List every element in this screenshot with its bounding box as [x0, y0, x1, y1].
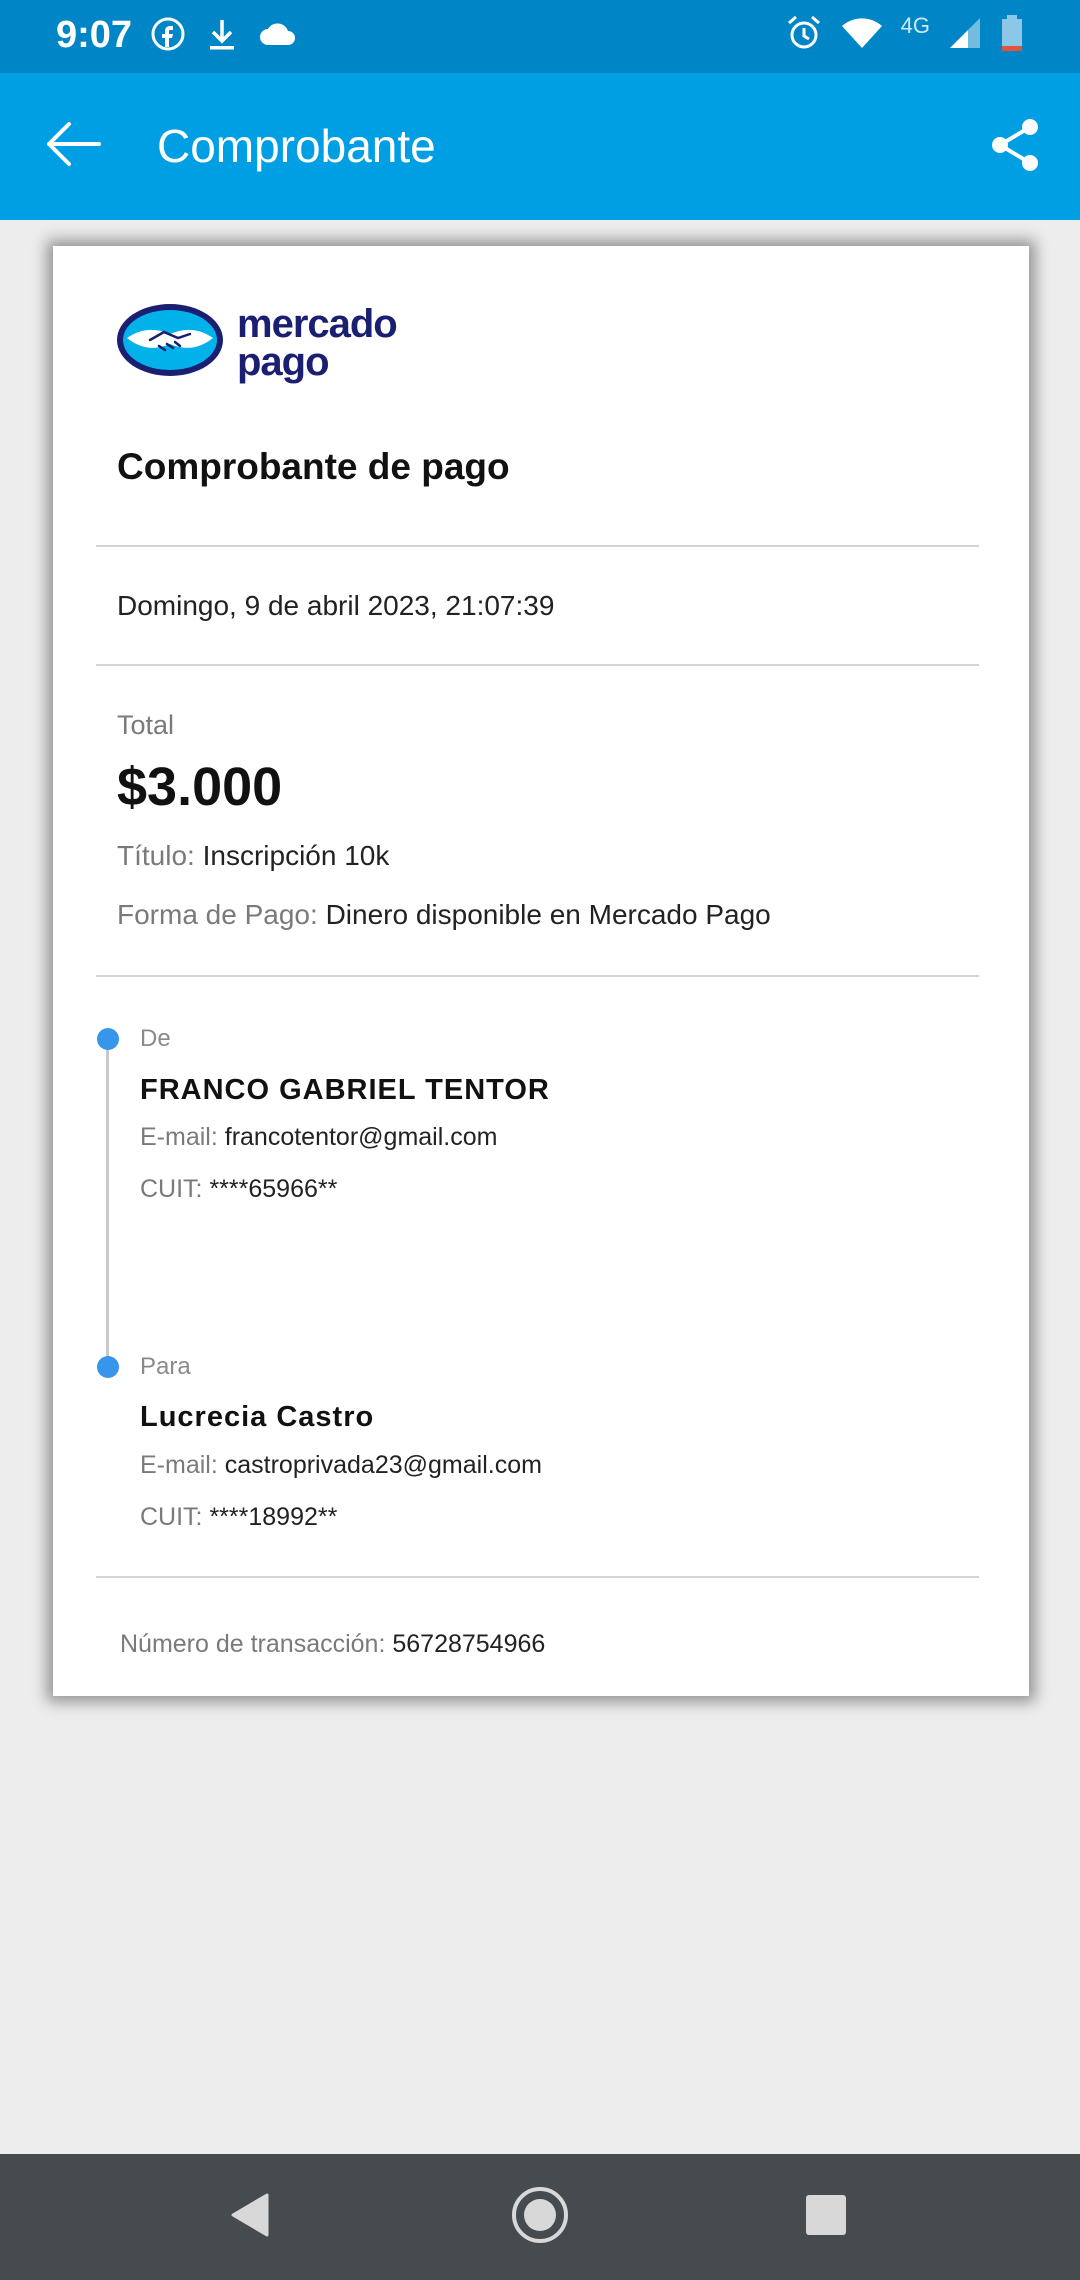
payment-date: Domingo, 9 de abril 2023, 21:07:39 — [117, 590, 555, 621]
payment-method-value: Dinero disponible en Mercado Pago — [325, 899, 771, 930]
status-system-icons: 4G — [785, 12, 1024, 57]
transaction-row: Número de transacción: 56728754966 — [120, 1630, 545, 1659]
wifi-icon — [841, 16, 883, 55]
back-button[interactable] — [36, 113, 110, 179]
status-time: 9:07 — [56, 14, 133, 56]
timeline-dot-from — [97, 1028, 119, 1050]
to-email-row: E-mail: castroprivada23@gmail.com — [140, 1451, 542, 1480]
battery-icon — [1000, 14, 1024, 57]
home-circle-icon — [510, 2185, 570, 2250]
signal-icon — [948, 16, 982, 55]
cloud-icon — [258, 19, 298, 54]
to-cuit-key: CUIT: — [140, 1503, 203, 1531]
timeline-line — [106, 1039, 109, 1365]
payment-method-key: Forma de Pago: — [117, 899, 318, 930]
to-email: castroprivada23@gmail.com — [224, 1451, 542, 1479]
from-email-key: E-mail: — [140, 1123, 218, 1151]
share-icon — [989, 117, 1041, 178]
to-name: Lucrecia Castro — [140, 1401, 375, 1433]
transaction-number: 56728754966 — [392, 1630, 546, 1658]
from-cuit-key: CUIT: — [140, 1175, 203, 1203]
download-icon — [206, 16, 238, 57]
receipt-card: mercado pago Comprobante de pago Domingo… — [53, 246, 1029, 1696]
back-triangle-icon — [227, 2191, 271, 2244]
nav-home-button[interactable] — [505, 2182, 575, 2252]
divider — [96, 545, 979, 547]
arrow-left-icon — [43, 120, 103, 173]
from-name: FRANCO GABRIEL TENTOR — [140, 1074, 550, 1106]
divider — [96, 664, 979, 666]
receipt-title: Comprobante de pago — [117, 446, 510, 487]
from-cuit: ****65966** — [209, 1175, 338, 1203]
transaction-key: Número de transacción: — [120, 1630, 386, 1658]
from-email: francotentor@gmail.com — [224, 1123, 498, 1151]
status-bar: 9:07 4G — [0, 0, 1080, 73]
total-amount: $3.000 — [117, 757, 283, 817]
to-email-key: E-mail: — [140, 1451, 218, 1479]
title-row: Título: Inscripción 10k — [117, 840, 389, 872]
facebook-icon — [150, 16, 186, 57]
to-cuit-row: CUIT: ****18992** — [140, 1503, 337, 1532]
logo-wordmark: mercado pago — [237, 301, 398, 384]
from-email-row: E-mail: francotentor@gmail.com — [140, 1123, 497, 1152]
from-label: De — [140, 1025, 171, 1052]
to-cuit: ****18992** — [209, 1503, 338, 1531]
from-cuit-row: CUIT: ****65966** — [140, 1175, 337, 1204]
app-bar: Comprobante — [0, 73, 1080, 220]
payment-method-row: Forma de Pago: Dinero disponible en Merc… — [117, 899, 771, 931]
divider — [96, 975, 979, 977]
page-title: Comprobante — [157, 120, 436, 172]
handshake-logo-icon — [115, 302, 225, 383]
total-label: Total — [117, 710, 175, 740]
nav-recents-button[interactable] — [791, 2182, 861, 2252]
network-type-label: 4G — [900, 12, 930, 38]
to-label: Para — [140, 1353, 191, 1380]
title-value: Inscripción 10k — [202, 840, 390, 871]
share-button[interactable] — [978, 113, 1052, 181]
status-notification-icons — [150, 16, 298, 57]
system-nav-bar — [0, 2154, 1080, 2280]
divider — [96, 1576, 979, 1578]
alarm-icon — [785, 14, 823, 57]
logo-text-line1: mercado — [237, 301, 398, 346]
logo-text-line2: pago — [237, 339, 330, 384]
nav-back-button[interactable] — [214, 2182, 284, 2252]
recents-square-icon — [804, 2193, 848, 2242]
mercado-pago-logo: mercado pago — [115, 301, 398, 384]
timeline-dot-to — [97, 1356, 119, 1378]
title-key: Título: — [117, 840, 195, 871]
